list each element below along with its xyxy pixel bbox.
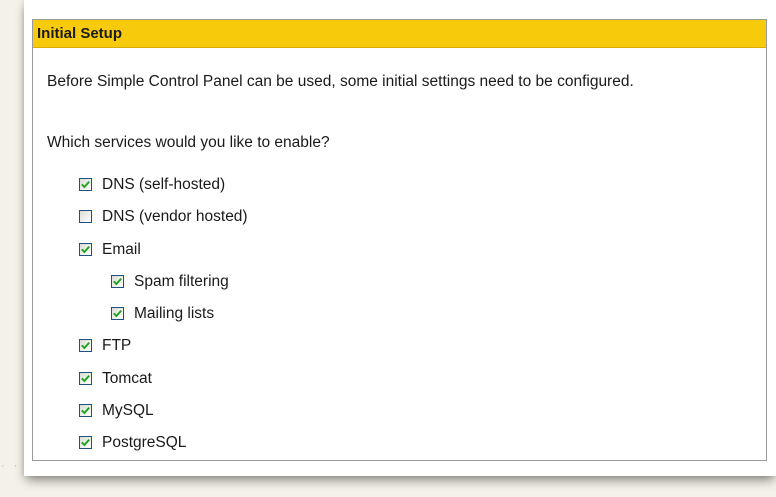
checkbox[interactable] <box>79 242 92 256</box>
checkbox[interactable] <box>79 371 92 385</box>
option-dns-self-hosted[interactable]: DNS (self-hosted) <box>79 176 248 208</box>
checkbox[interactable] <box>79 404 92 418</box>
checkbox[interactable] <box>79 210 92 224</box>
option-postgresql[interactable]: PostgreSQL <box>79 434 248 466</box>
checkmark-icon <box>81 439 90 447</box>
page-sheet: Initial Setup Before Simple Control Pane… <box>24 0 776 476</box>
checkmark-icon <box>81 374 90 383</box>
checkmark-icon <box>81 180 90 189</box>
checkbox[interactable] <box>79 436 92 450</box>
checkmark-icon <box>81 342 90 350</box>
panel-title: Initial Setup <box>33 20 766 48</box>
option-label: PostgreSQL <box>102 434 187 452</box>
option-tomcat[interactable]: Tomcat <box>79 370 248 402</box>
checkbox[interactable] <box>111 307 124 321</box>
checkmark-icon <box>81 245 90 253</box>
option-label: Email <box>102 240 141 258</box>
option-mysql[interactable]: MySQL <box>79 402 248 434</box>
option-dns-vendor-hosted[interactable]: DNS (vendor hosted) <box>79 208 248 240</box>
intro-text: Before Simple Control Panel can be used,… <box>47 73 634 90</box>
option-label: Spam filtering <box>134 272 229 290</box>
checkbox[interactable] <box>79 178 92 191</box>
option-spam-filtering[interactable]: Spam filtering <box>79 273 248 305</box>
option-label: Tomcat <box>102 369 152 387</box>
option-mailing-lists[interactable]: Mailing lists <box>79 305 248 337</box>
option-email[interactable]: Email <box>79 241 248 273</box>
checkbox[interactable] <box>79 339 92 353</box>
option-ftp[interactable]: FTP <box>79 337 248 369</box>
services-checkbox-list: DNS (self-hosted) DNS (vendor hosted) Em… <box>79 176 248 467</box>
option-label: Mailing lists <box>134 305 215 323</box>
option-label: DNS (self-hosted) <box>102 176 226 193</box>
option-label: FTP <box>102 337 132 355</box>
checkmark-icon <box>81 407 90 415</box>
checkmark-icon <box>113 310 122 318</box>
initial-setup-panel: Initial Setup Before Simple Control Pane… <box>32 19 767 461</box>
option-label: DNS (vendor hosted) <box>102 208 248 226</box>
checkmark-icon <box>113 277 122 286</box>
services-question: Which services would you like to enable? <box>47 134 330 151</box>
option-label: MySQL <box>102 402 154 420</box>
checkbox[interactable] <box>111 274 124 288</box>
